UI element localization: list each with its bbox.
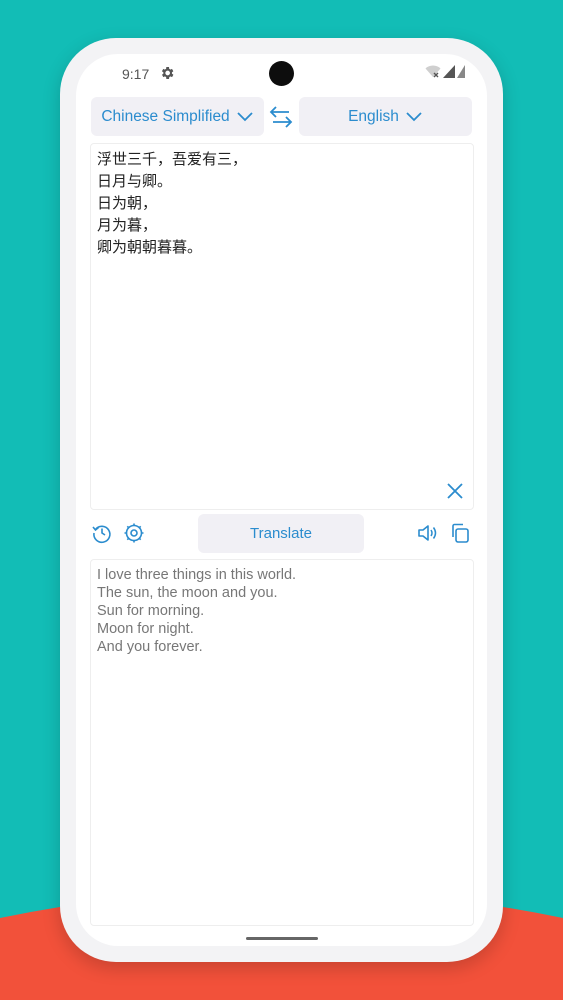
- translated-text: I love three things in this world. The s…: [97, 567, 297, 655]
- source-language-selector[interactable]: Chinese Simplified: [91, 97, 264, 136]
- history-icon[interactable]: [91, 522, 113, 544]
- chevron-down-icon: [406, 111, 422, 121]
- status-time: 9:17: [122, 66, 150, 82]
- app-screen: 9:17 Chinese Simplified English 浮世三千，吾爱有…: [76, 54, 487, 946]
- source-text: 浮世三千，吾爱有三， 日月与卿。 日为朝， 月为暮， 卿为朝朝暮暮。: [97, 151, 248, 256]
- source-language-label: Chinese Simplified: [101, 107, 230, 125]
- status-icons: [425, 65, 465, 78]
- close-icon[interactable]: [445, 481, 465, 501]
- wifi-icon: [425, 65, 441, 78]
- translate-button[interactable]: Translate: [198, 514, 364, 553]
- speaker-icon[interactable]: [416, 522, 438, 544]
- home-indicator[interactable]: [246, 937, 318, 940]
- gear-icon: [161, 67, 174, 79]
- signal-icon: [443, 65, 455, 78]
- source-text-input[interactable]: 浮世三千，吾爱有三， 日月与卿。 日为朝， 月为暮， 卿为朝朝暮暮。: [90, 143, 474, 510]
- chevron-down-icon: [237, 111, 253, 121]
- target-language-selector[interactable]: English: [299, 97, 472, 136]
- settings-icon[interactable]: [123, 522, 145, 544]
- swap-icon[interactable]: [268, 104, 294, 130]
- translation-output: I love three things in this world. The s…: [90, 559, 474, 926]
- translate-button-label: Translate: [250, 525, 312, 542]
- copy-icon[interactable]: [449, 522, 471, 544]
- target-language-label: English: [348, 107, 399, 125]
- front-camera: [269, 61, 294, 86]
- signal-icon: [457, 65, 465, 78]
- phone-frame: 9:17 Chinese Simplified English 浮世三千，吾爱有…: [60, 38, 503, 962]
